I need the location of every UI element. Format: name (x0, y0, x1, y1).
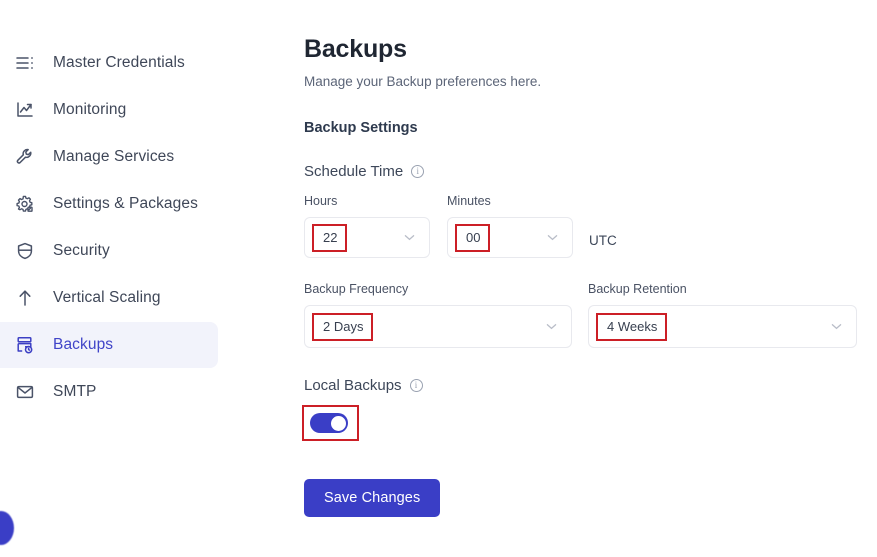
list-menu-icon (10, 48, 40, 78)
sidebar-navigation: Master Credentials Monitoring Manage Ser… (0, 0, 260, 557)
sidebar-item-master-credentials[interactable]: Master Credentials (0, 40, 260, 86)
minutes-label: Minutes (447, 194, 491, 208)
sidebar-item-backups[interactable]: Backups (0, 322, 218, 368)
sidebar-item-label: SMTP (53, 383, 97, 400)
backup-retention-select[interactable]: 4 Weeks (588, 305, 857, 348)
local-backups-label: Local Backups (304, 377, 402, 394)
chevron-down-icon (404, 234, 415, 240)
sidebar-item-manage-services[interactable]: Manage Services (0, 134, 260, 180)
timezone-label: UTC (589, 233, 617, 248)
sidebar-item-security[interactable]: Security (0, 228, 260, 274)
chevron-down-icon (546, 323, 557, 329)
sidebar-item-label: Settings & Packages (53, 195, 198, 212)
hours-value: 22 (311, 223, 348, 252)
sidebar-item-label: Manage Services (53, 148, 175, 165)
chevron-down-icon (547, 234, 558, 240)
sidebar-item-label: Master Credentials (53, 54, 185, 71)
hours-select[interactable]: 22 (304, 217, 430, 258)
schedule-time-group-label: Schedule Time i (304, 163, 877, 180)
info-icon-schedule-time[interactable]: i (411, 165, 425, 178)
backup-frequency-value: 2 Days (311, 312, 374, 341)
local-backups-toggle-annotation (302, 405, 359, 441)
sidebar-item-label: Security (53, 242, 110, 259)
backups-settings-page: Master Credentials Monitoring Manage Ser… (0, 0, 877, 557)
schedule-time-label: Schedule Time (304, 163, 404, 180)
backup-retention-label: Backup Retention (588, 282, 687, 296)
local-backups-group-label: Local Backups i (304, 377, 877, 394)
sidebar-item-monitoring[interactable]: Monitoring (0, 87, 260, 133)
shield-icon (10, 236, 40, 266)
section-title-backup-settings: Backup Settings (304, 120, 418, 136)
sidebar-item-label: Vertical Scaling (53, 289, 161, 306)
wrench-icon (10, 142, 40, 172)
arrow-up-icon (10, 283, 40, 313)
minutes-value: 00 (454, 223, 491, 252)
envelope-icon (10, 377, 40, 407)
sidebar-item-settings-packages[interactable]: Settings & Packages (0, 181, 260, 227)
sidebar-item-label: Monitoring (53, 101, 127, 118)
toggle-knob (330, 415, 346, 431)
backup-database-icon (10, 330, 40, 360)
sidebar-item-smtp[interactable]: SMTP (0, 369, 260, 415)
gear-icon (10, 189, 40, 219)
backup-frequency-select[interactable]: 2 Days (304, 305, 572, 348)
minutes-select[interactable]: 00 (447, 217, 573, 258)
backup-frequency-label: Backup Frequency (304, 282, 409, 296)
sidebar-item-label: Backups (53, 336, 114, 353)
save-changes-button[interactable]: Save Changes (304, 479, 441, 517)
chart-line-icon (10, 95, 40, 125)
hours-label: Hours (304, 194, 338, 208)
backup-retention-value: 4 Weeks (595, 312, 668, 341)
support-chat-button[interactable] (0, 511, 14, 545)
info-icon-local-backups[interactable]: i (409, 379, 423, 392)
page-subtitle: Manage your Backup preferences here. (304, 74, 542, 89)
local-backups-toggle[interactable] (310, 413, 348, 433)
chevron-down-icon (831, 323, 842, 329)
main-content: Backups Manage your Backup preferences h… (302, 0, 877, 557)
sidebar-item-vertical-scaling[interactable]: Vertical Scaling (0, 275, 260, 321)
page-title: Backups (304, 35, 407, 63)
